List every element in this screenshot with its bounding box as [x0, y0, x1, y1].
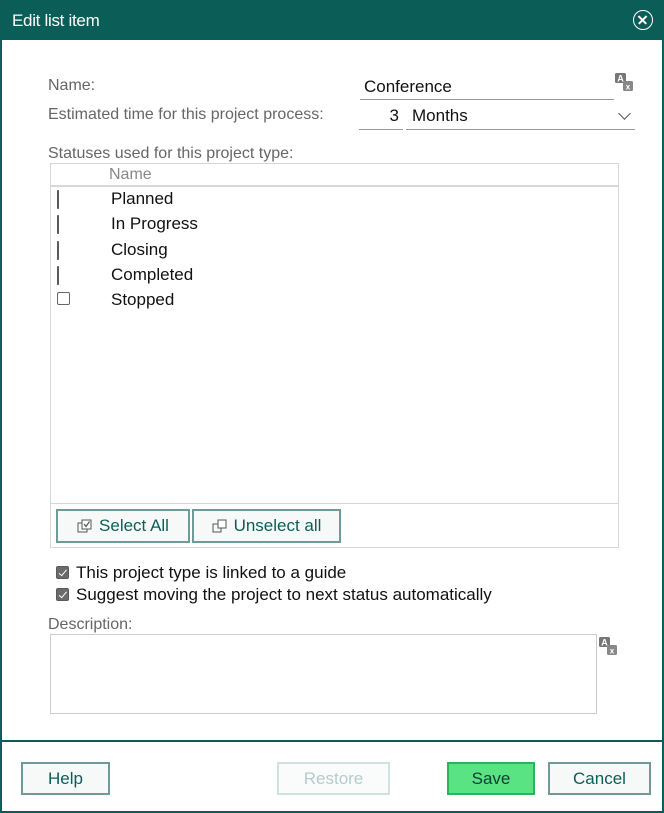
select-all-icon	[77, 519, 92, 533]
status-row[interactable]: Stopped	[51, 288, 618, 313]
cancel-button[interactable]: Cancel	[548, 762, 651, 795]
status-checkbox[interactable]	[57, 265, 59, 285]
statuses-grid: Name Planned In Progress Closing Completed S…	[50, 163, 619, 548]
option-label: This project type is linked to a guide	[76, 563, 347, 582]
footer-divider	[2, 740, 662, 742]
status-row[interactable]: Closing	[51, 238, 618, 263]
svg-text:x: x	[610, 647, 615, 656]
select-all-label: Select All	[99, 516, 169, 535]
select-all-button[interactable]: Select All	[56, 509, 190, 543]
status-row[interactable]: Completed	[51, 263, 618, 288]
status-checkbox[interactable]	[57, 292, 70, 306]
status-checkbox[interactable]	[57, 190, 59, 209]
edit-list-item-dialog: Edit list item Name: A x Estimated time …	[0, 0, 664, 813]
status-row[interactable]: In Progress	[51, 212, 618, 237]
status-row[interactable]: Planned	[51, 187, 618, 212]
status-name: Closing	[111, 239, 168, 259]
unselect-all-label: Unselect all	[233, 516, 322, 535]
column-header-name[interactable]: Name	[109, 166, 152, 184]
estimated-time-input[interactable]	[359, 103, 403, 130]
help-button[interactable]: Help	[21, 762, 110, 795]
restore-button[interactable]: Restore	[277, 762, 390, 795]
time-unit-select[interactable]: Months	[406, 103, 635, 130]
time-unit-value: Months	[412, 106, 468, 125]
option-checkbox[interactable]	[56, 566, 69, 579]
dialog-title: Edit list item	[12, 11, 100, 30]
status-checkbox[interactable]	[57, 215, 59, 235]
translate-icon[interactable]: A x	[614, 72, 634, 92]
description-label: Description:	[48, 616, 133, 633]
grid-toolbar: Select All Unselect all	[51, 503, 618, 547]
save-label: Save	[471, 768, 511, 788]
save-button[interactable]: Save	[447, 762, 535, 795]
name-input[interactable]	[360, 74, 614, 100]
svg-text:x: x	[626, 83, 631, 92]
dialog-titlebar: Edit list item	[2, 2, 662, 40]
unselect-all-button[interactable]: Unselect all	[192, 509, 341, 543]
close-icon[interactable]	[633, 10, 653, 30]
statuses-label: Statuses used for this project type:	[48, 145, 294, 162]
name-label: Name:	[48, 77, 96, 94]
status-name: In Progress	[111, 214, 198, 234]
status-name: Planned	[111, 189, 174, 208]
option-label: Suggest moving the project to next statu…	[76, 585, 492, 604]
help-label: Help	[48, 768, 83, 788]
description-textarea[interactable]	[50, 634, 597, 714]
grid-header: Name	[51, 164, 618, 187]
status-name: Completed	[111, 264, 194, 284]
restore-label: Restore	[303, 768, 364, 788]
status-name: Stopped	[111, 290, 175, 310]
chevron-down-icon	[618, 107, 631, 120]
description-translate-icon[interactable]: A x	[598, 636, 618, 656]
option-checkbox[interactable]	[56, 588, 69, 601]
cancel-label: Cancel	[573, 768, 626, 788]
unselect-all-icon	[212, 519, 227, 533]
estimated-time-label: Estimated time for this project process:	[48, 106, 324, 123]
status-checkbox[interactable]	[57, 240, 59, 260]
